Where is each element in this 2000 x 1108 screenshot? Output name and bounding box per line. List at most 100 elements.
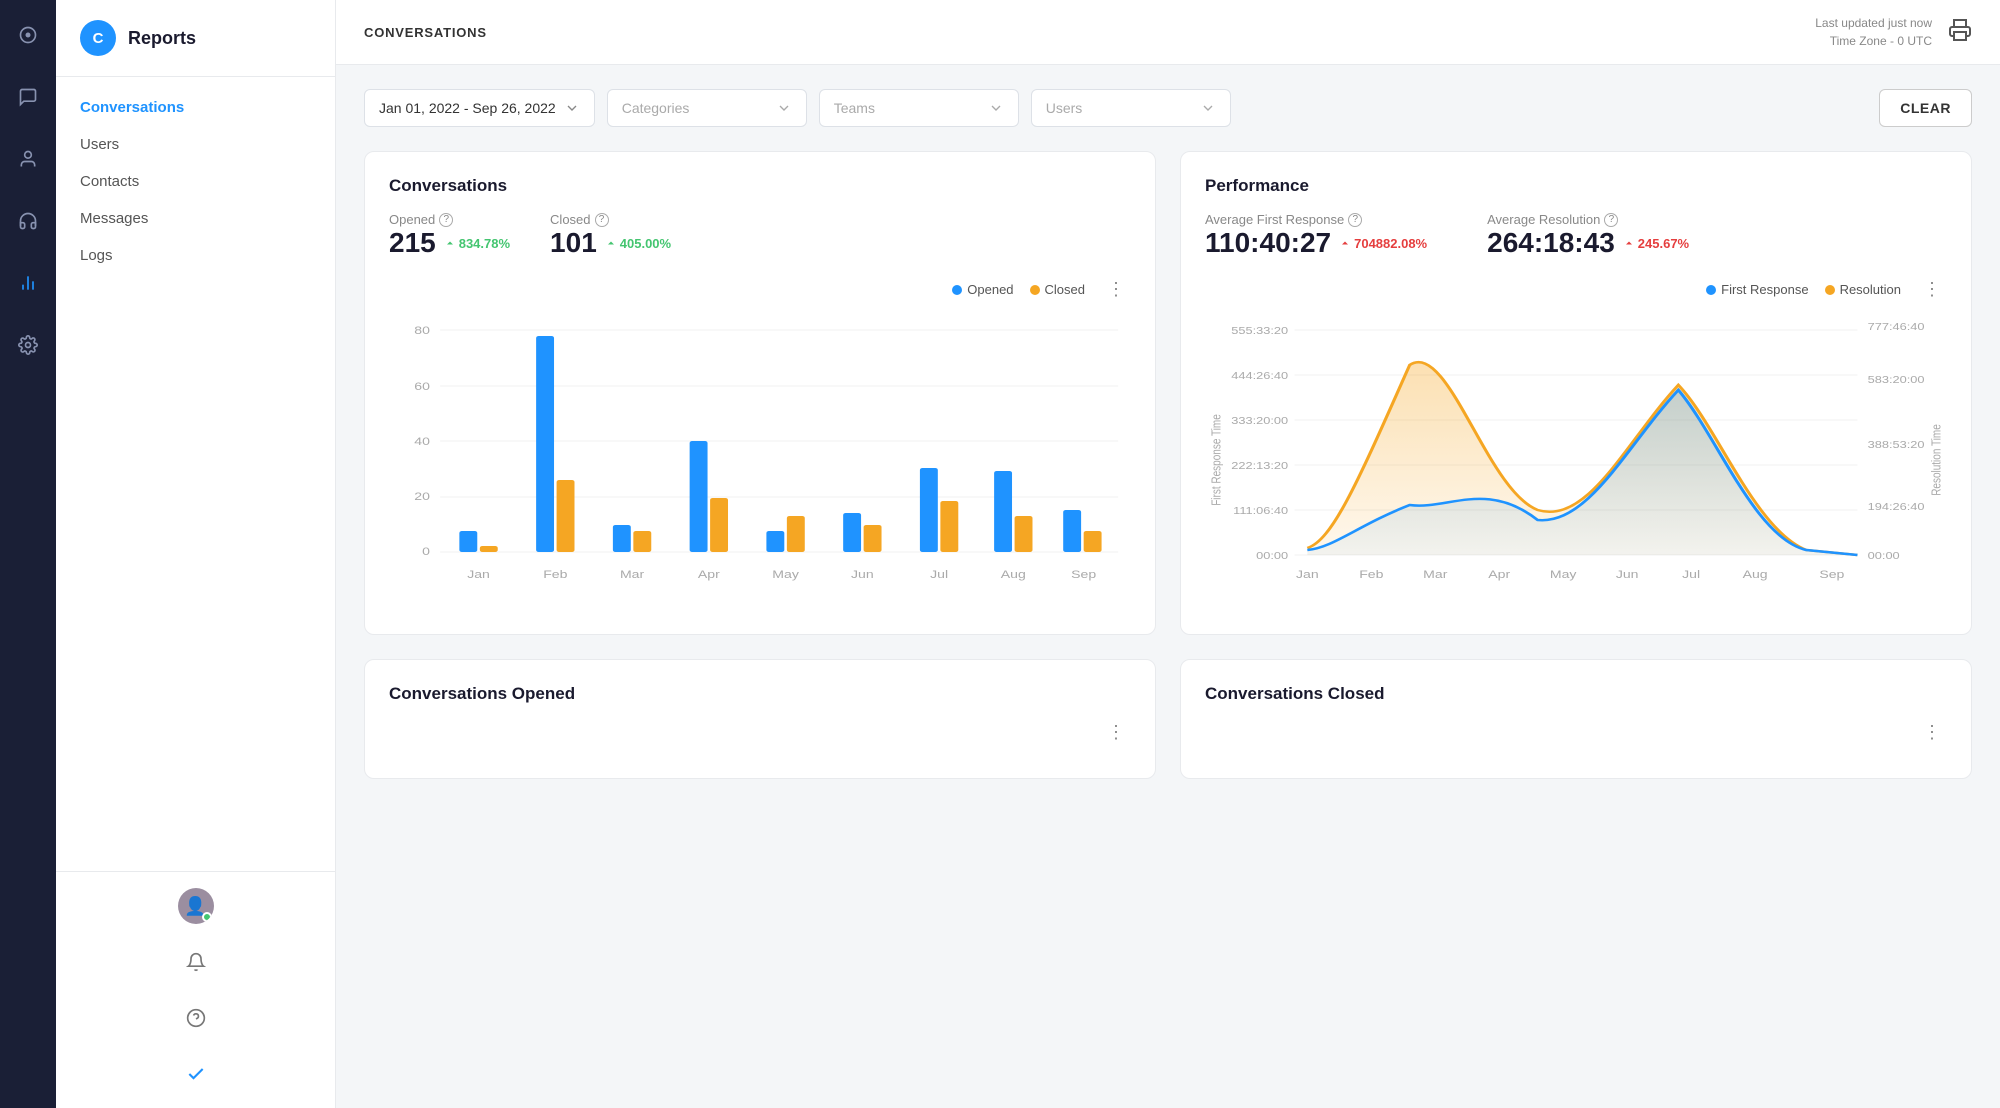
svg-text:Apr: Apr [1488, 568, 1510, 580]
svg-text:Mar: Mar [1423, 568, 1447, 580]
svg-text:80: 80 [414, 324, 430, 336]
svg-text:555:33:20: 555:33:20 [1231, 326, 1288, 336]
svg-text:Jan: Jan [1296, 568, 1319, 580]
main-content: CONVERSATIONS Last updated just now Time… [336, 0, 2000, 1108]
chart-more-button[interactable]: ⋮ [1101, 277, 1131, 302]
settings-icon[interactable] [9, 326, 47, 364]
conversations-closed-title: Conversations Closed [1205, 684, 1947, 704]
users-filter[interactable]: Users [1031, 89, 1231, 127]
sidebar: C Reports Conversations Users Contacts M… [56, 0, 336, 1108]
svg-text:00:00: 00:00 [1868, 551, 1900, 561]
sidebar-item-conversations[interactable]: Conversations [56, 89, 335, 126]
topbar: CONVERSATIONS Last updated just now Time… [336, 0, 2000, 65]
svg-text:Feb: Feb [1359, 568, 1383, 580]
clear-button[interactable]: CLEAR [1879, 89, 1972, 127]
conversations-bar-chart: 80 60 40 20 0 [389, 310, 1131, 590]
help-icon[interactable] [178, 1000, 214, 1036]
cards-grid: Conversations Opened ? 215 834.78% [364, 151, 1972, 779]
svg-text:Aug: Aug [1001, 568, 1026, 580]
resolution-help-icon[interactable]: ? [1604, 213, 1618, 227]
svg-text:First Response Time: First Response Time [1210, 414, 1223, 506]
perf-chart-more-button[interactable]: ⋮ [1917, 277, 1947, 302]
svg-text:Resolution Time: Resolution Time [1931, 424, 1944, 496]
svg-text:Jan: Jan [467, 568, 490, 580]
legend-opened: Opened [952, 282, 1013, 297]
performance-card-title: Performance [1205, 176, 1947, 196]
chat-icon[interactable] [9, 78, 47, 116]
home-icon[interactable] [9, 16, 47, 54]
closed-card-more-button[interactable]: ⋮ [1917, 720, 1947, 745]
svg-text:00:00: 00:00 [1256, 551, 1288, 561]
closed-help-icon[interactable]: ? [595, 213, 609, 227]
svg-text:388:53:20: 388:53:20 [1868, 440, 1925, 450]
svg-text:20: 20 [414, 490, 430, 502]
svg-text:111:06:40: 111:06:40 [1233, 506, 1288, 516]
conversations-card: Conversations Opened ? 215 834.78% [364, 151, 1156, 635]
svg-text:Jul: Jul [930, 568, 948, 580]
svg-text:Apr: Apr [698, 568, 720, 580]
sidebar-item-users[interactable]: Users [56, 126, 335, 163]
svg-text:May: May [772, 568, 799, 580]
svg-text:Mar: Mar [620, 568, 644, 580]
opened-help-icon[interactable]: ? [439, 213, 453, 227]
sidebar-item-logs[interactable]: Logs [56, 237, 335, 274]
icon-strip [0, 0, 56, 1108]
conversations-opened-card: Conversations Opened ⋮ [364, 659, 1156, 779]
legend-closed: Closed [1030, 282, 1085, 297]
first-response-help-icon[interactable]: ? [1348, 213, 1362, 227]
svg-text:Jun: Jun [1616, 568, 1639, 580]
conversations-stats: Opened ? 215 834.78% [389, 212, 1131, 259]
svg-text:583:20:00: 583:20:00 [1868, 375, 1925, 385]
sidebar-nav: Conversations Users Contacts Messages Lo… [56, 77, 335, 871]
svg-text:Jun: Jun [851, 568, 874, 580]
svg-text:Jul: Jul [1682, 568, 1700, 580]
print-icon[interactable] [1948, 18, 1972, 47]
closed-stat: Closed ? 101 405.00% [550, 212, 671, 259]
page-title: CONVERSATIONS [364, 25, 487, 40]
svg-text:60: 60 [414, 380, 430, 392]
resolution-change: 245.67% [1623, 236, 1689, 251]
svg-text:May: May [1550, 568, 1577, 580]
opened-card-more-button[interactable]: ⋮ [1101, 720, 1131, 745]
legend-resolution: Resolution [1825, 282, 1901, 297]
opened-stat: Opened ? 215 834.78% [389, 212, 510, 259]
conversations-card-title: Conversations [389, 176, 1131, 196]
opened-change: 834.78% [444, 236, 510, 251]
reports-icon[interactable] [9, 264, 47, 302]
headphone-icon[interactable] [9, 202, 47, 240]
svg-text:Aug: Aug [1743, 568, 1768, 580]
svg-text:0: 0 [422, 545, 430, 557]
svg-text:Sep: Sep [1071, 568, 1096, 580]
svg-text:777:46:40: 777:46:40 [1868, 322, 1925, 332]
performance-chart-header: First Response Resolution ⋮ [1205, 277, 1947, 302]
performance-line-chart: 555:33:20 444:26:40 333:20:00 222:13:20 … [1205, 310, 1947, 610]
svg-text:194:26:40: 194:26:40 [1868, 502, 1925, 512]
conversations-closed-card: Conversations Closed ⋮ [1180, 659, 1972, 779]
checkmark-icon[interactable] [178, 1056, 214, 1092]
first-response-change: 704882.08% [1339, 236, 1427, 251]
conversations-opened-title: Conversations Opened [389, 684, 1131, 704]
contacts-icon[interactable] [9, 140, 47, 178]
last-updated-text: Last updated just now Time Zone - 0 UTC [1815, 14, 1932, 50]
user-avatar: C [80, 20, 116, 56]
teams-filter[interactable]: Teams [819, 89, 1019, 127]
sidebar-item-contacts[interactable]: Contacts [56, 163, 335, 200]
sidebar-item-messages[interactable]: Messages [56, 200, 335, 237]
content-area: Jan 01, 2022 - Sep 26, 2022 Categories T… [336, 65, 2000, 1108]
categories-filter[interactable]: Categories [607, 89, 807, 127]
date-range-filter[interactable]: Jan 01, 2022 - Sep 26, 2022 [364, 89, 595, 127]
sidebar-header: C Reports [56, 0, 335, 77]
svg-text:Feb: Feb [543, 568, 567, 580]
closed-change: 405.00% [605, 236, 671, 251]
sidebar-title: Reports [128, 28, 196, 49]
avg-first-response-stat: Average First Response ? 110:40:27 70488… [1205, 212, 1427, 259]
filter-bar: Jan 01, 2022 - Sep 26, 2022 Categories T… [364, 89, 1972, 127]
topbar-right: Last updated just now Time Zone - 0 UTC [1815, 14, 1972, 50]
svg-text:40: 40 [414, 435, 430, 447]
legend-first-response: First Response [1706, 282, 1808, 297]
notification-icon[interactable] [178, 944, 214, 980]
user-profile-avatar[interactable]: 👤 [178, 888, 214, 924]
svg-text:444:26:40: 444:26:40 [1231, 371, 1288, 381]
svg-text:Sep: Sep [1819, 568, 1844, 580]
performance-stats: Average First Response ? 110:40:27 70488… [1205, 212, 1947, 259]
